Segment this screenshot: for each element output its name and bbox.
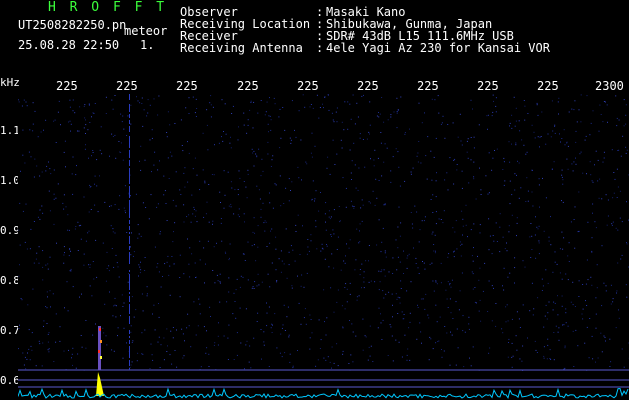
x-tick-2: 225 xyxy=(116,79,138,93)
unit-label: kHz xyxy=(0,76,20,89)
x-tick-5: 225 xyxy=(297,79,319,93)
brand-title: H R O F F T xyxy=(48,0,168,15)
y-tick-2: 1.0 xyxy=(0,174,20,187)
antenna-label: Receiving Antenna xyxy=(180,41,303,55)
x-tick-4: 225 xyxy=(237,79,259,93)
spectrogram-plot xyxy=(18,94,629,400)
y-tick-5: 0.7 xyxy=(0,324,20,337)
y-tick-6: 0.6 xyxy=(0,374,20,387)
x-tick-9: 225 xyxy=(537,79,559,93)
y-tick-3: 0.9 xyxy=(0,224,20,237)
echo-count: 1. xyxy=(140,38,155,52)
x-tick-1: 225 xyxy=(56,79,78,93)
spectrogram-canvas xyxy=(18,94,629,400)
header: H R O F F T UT2508282250.pn meteor 25.08… xyxy=(0,0,629,76)
x-tick-6: 225 xyxy=(357,79,379,93)
plot-background xyxy=(18,94,629,400)
hrofft-spectrogram-window: H R O F F T UT2508282250.pn meteor 25.08… xyxy=(0,0,629,400)
x-tick-7: 225 xyxy=(417,79,439,93)
datetime: 25.08.28 22:50 xyxy=(18,38,120,52)
x-tick-3: 225 xyxy=(176,79,198,93)
filename: UT2508282250.pn xyxy=(18,18,127,32)
x-tick-8: 225 xyxy=(477,79,499,93)
y-tick-4: 0.8 xyxy=(0,274,20,287)
antenna-value: 4ele Yagi Az 230 for Kansai VOR xyxy=(326,41,550,55)
x-tick-10: 2300 xyxy=(595,79,624,93)
detection-type: meteor xyxy=(124,24,168,38)
antenna-separator: : xyxy=(316,41,324,55)
y-tick-1: 1.1 xyxy=(0,124,20,137)
